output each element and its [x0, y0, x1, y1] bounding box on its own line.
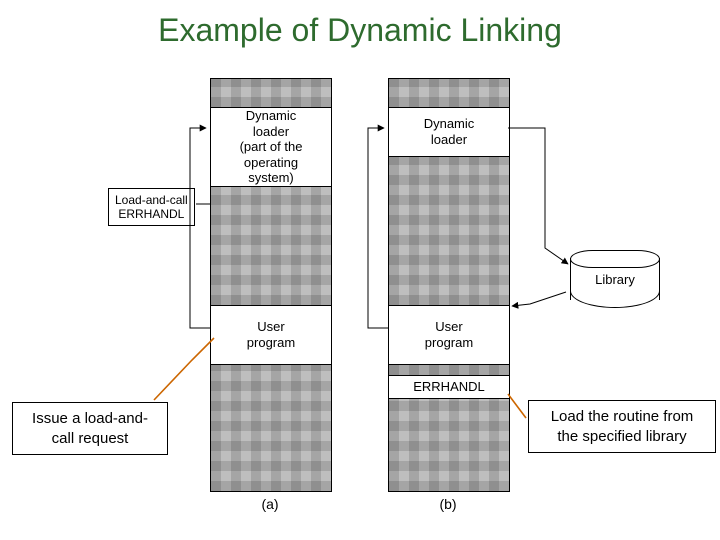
- user-program-segment-b: User program: [389, 305, 509, 365]
- loader-segment-b: Dynamic loader: [389, 107, 509, 157]
- caption-left: Issue a load-and- call request: [12, 402, 168, 455]
- library-label: Library: [570, 272, 660, 287]
- column-b-sublabel: (b): [388, 496, 508, 512]
- caption-right: Load the routine from the specified libr…: [528, 400, 716, 453]
- load-and-call-label: Load-and-call ERRHANDL: [108, 188, 195, 226]
- library-cylinder: Library: [570, 250, 660, 308]
- memory-column-b: Dynamic loader User program ERRHANDL: [388, 78, 510, 492]
- column-a-sublabel: (a): [210, 496, 330, 512]
- page-title: Example of Dynamic Linking: [0, 12, 720, 49]
- errhandl-segment-b: ERRHANDL: [389, 375, 509, 399]
- memory-column-a: Dynamic loader (part of the operating sy…: [210, 78, 332, 492]
- loader-segment-a: Dynamic loader (part of the operating sy…: [211, 107, 331, 187]
- user-program-segment-a: User program: [211, 305, 331, 365]
